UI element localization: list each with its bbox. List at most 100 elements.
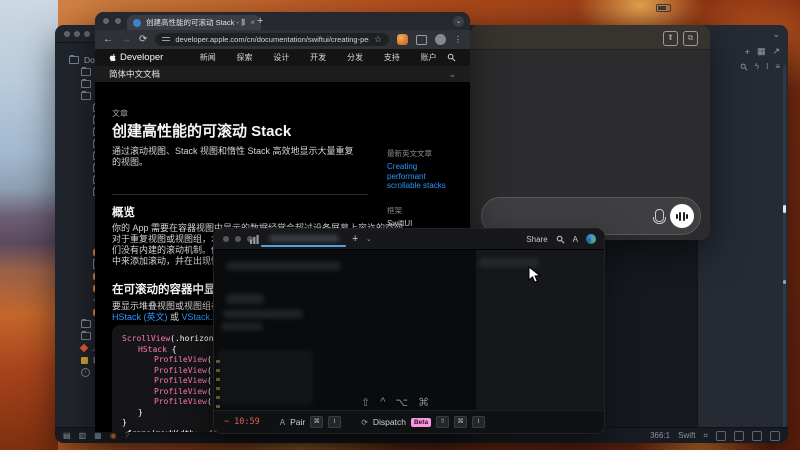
folder-icon bbox=[81, 68, 91, 76]
bookmark-star-icon[interactable]: ☆ bbox=[374, 34, 382, 45]
english-article-link[interactable]: Creating bbox=[387, 162, 467, 172]
minimize-button[interactable] bbox=[235, 236, 241, 242]
share-icon[interactable]: ⬆ bbox=[663, 31, 678, 46]
doc-language-banner[interactable]: 简体中文文档 ⌄ bbox=[95, 66, 470, 83]
tab-title-redacted bbox=[269, 235, 339, 242]
apple-developer-logo[interactable]: Developer bbox=[109, 52, 163, 63]
nav-search-icon[interactable] bbox=[447, 53, 456, 62]
close-button[interactable] bbox=[223, 236, 229, 242]
zoom-button[interactable] bbox=[84, 31, 90, 37]
expand-icon[interactable]: ↗ bbox=[772, 46, 780, 57]
english-article-link[interactable]: performant bbox=[387, 172, 467, 182]
english-article-link[interactable]: scrollable stacks bbox=[387, 181, 467, 191]
apple-icon bbox=[109, 53, 117, 62]
zap-icon[interactable]: ϟ bbox=[755, 62, 759, 71]
aside-latest-label: 最新英文文章 bbox=[387, 148, 467, 159]
url-text[interactable]: developer.apple.com/cn/documentation/swi… bbox=[175, 35, 369, 44]
chat-assistant-window[interactable]: ⬆ ⧉ bbox=[470, 25, 710, 240]
profile-avatar[interactable] bbox=[435, 34, 446, 45]
reload-icon[interactable]: ⟳ bbox=[139, 34, 147, 45]
browser-tab-strip[interactable]: 创建高性能的可滚动 Stack - 简 × + ⌄ bbox=[95, 12, 470, 30]
diagnostics-icon[interactable]: ◉ bbox=[110, 431, 117, 440]
new-terminal-tab-button[interactable]: + bbox=[352, 233, 358, 245]
battery-icon[interactable] bbox=[656, 4, 671, 12]
brand-label: Developer bbox=[120, 52, 163, 63]
keycap: ⇧ bbox=[436, 416, 449, 428]
search-icon[interactable] bbox=[556, 235, 565, 244]
site-settings-icon[interactable] bbox=[162, 36, 170, 43]
back-icon[interactable]: ← bbox=[103, 34, 113, 45]
apple-developer-favicon bbox=[133, 19, 141, 27]
assistant-panel[interactable]: ⌄ + ▦ ↗ ϟ I ≡ bbox=[697, 25, 788, 443]
search-icon[interactable] bbox=[740, 63, 748, 71]
redacted-text bbox=[223, 310, 303, 318]
nav-item-account[interactable]: 账户 bbox=[410, 52, 447, 63]
side-panel-icon[interactable] bbox=[416, 35, 427, 45]
apple-developer-nav[interactable]: Developer 新闻 探索 设计 开发 分发 支持 账户 bbox=[95, 49, 470, 67]
assistant-toggle[interactable]: A bbox=[573, 235, 578, 244]
browser-toolbar[interactable]: ← → ⟳ developer.apple.com/cn/documentati… bbox=[95, 30, 470, 49]
nav-item-distribute[interactable]: 分发 bbox=[337, 52, 374, 63]
nav-item-develop[interactable]: 开发 bbox=[300, 52, 337, 63]
dispatch-label[interactable]: Dispatch bbox=[373, 417, 406, 427]
gutter-marks bbox=[216, 360, 220, 410]
readme-file-icon: i bbox=[81, 368, 90, 377]
terminal-active-tab[interactable] bbox=[261, 234, 346, 246]
browser-tab[interactable]: 创建高性能的可滚动 Stack - 简 × bbox=[127, 15, 261, 30]
banner-chevron-icon[interactable]: ⌄ bbox=[448, 69, 456, 80]
language-label[interactable]: Swift bbox=[678, 431, 695, 440]
copy-icon[interactable] bbox=[734, 431, 744, 441]
extension-icon[interactable] bbox=[397, 34, 408, 45]
hstack-link[interactable]: HStack (英文) bbox=[112, 312, 168, 322]
terminal-title-bar[interactable]: + ⌄ Share A bbox=[214, 229, 604, 250]
tab-close-icon[interactable]: × bbox=[250, 18, 255, 27]
account-avatar[interactable] bbox=[586, 234, 596, 244]
open-in-new-window-icon[interactable]: ⧉ bbox=[683, 31, 698, 46]
article-intro: 通过滚动视图、Stack 视图和惰性 Stack 高效地显示大量重复 的视图。 bbox=[112, 146, 354, 168]
minimize-button[interactable] bbox=[74, 31, 80, 37]
panel-right-icon[interactable]: ▦ bbox=[94, 431, 102, 440]
tab-search-chevron-icon[interactable]: ⌄ bbox=[453, 16, 464, 27]
forward-icon[interactable]: → bbox=[121, 34, 131, 45]
mouse-cursor bbox=[528, 266, 542, 284]
close-button[interactable] bbox=[64, 31, 70, 37]
new-thread-icon[interactable]: + bbox=[745, 47, 750, 57]
keycap: ⌘ bbox=[310, 416, 323, 428]
scrollbar-mark bbox=[783, 280, 786, 284]
keycap: I bbox=[328, 416, 341, 428]
tab-dropdown-chevron-icon[interactable]: ⌄ bbox=[366, 235, 372, 243]
history-grid-icon[interactable]: ▦ bbox=[757, 46, 766, 57]
chat-title-bar[interactable]: ⬆ ⧉ bbox=[470, 25, 710, 50]
settings-icon[interactable] bbox=[770, 431, 780, 441]
collapse-chevron-icon[interactable]: ⌄ bbox=[772, 29, 780, 40]
browser-menu-icon[interactable]: ⋮ bbox=[454, 35, 462, 44]
nav-item-discover[interactable]: 探索 bbox=[226, 52, 263, 63]
close-button[interactable] bbox=[103, 18, 109, 24]
nav-item-support[interactable]: 支持 bbox=[373, 52, 410, 63]
panel-scrollbar[interactable] bbox=[783, 65, 786, 439]
terminal-toggle-icon[interactable] bbox=[716, 431, 726, 441]
voice-mode-button[interactable] bbox=[670, 204, 694, 228]
panel-menu-icon[interactable]: ≡ bbox=[775, 62, 780, 71]
mic-icon[interactable] bbox=[655, 209, 664, 222]
scrollbar-mark bbox=[783, 205, 786, 213]
framework-label: 框架 bbox=[387, 205, 467, 216]
blocks-icon[interactable] bbox=[250, 235, 259, 244]
nav-item-design[interactable]: 设计 bbox=[263, 52, 300, 63]
help-indicator[interactable]: ? bbox=[125, 431, 129, 440]
collaboration-icon[interactable] bbox=[752, 431, 762, 441]
doc-banner-label: 简体中文文档 bbox=[109, 68, 448, 80]
new-tab-button[interactable]: + bbox=[257, 15, 263, 27]
edit-prediction-icon[interactable]: ⌗ bbox=[703, 431, 708, 441]
panel-left-icon[interactable]: ▤ bbox=[63, 431, 71, 440]
text-cursor-icon[interactable]: I bbox=[766, 62, 768, 71]
share-button[interactable]: Share bbox=[526, 235, 547, 244]
nav-item-news[interactable]: 新闻 bbox=[189, 52, 226, 63]
panel-bottom-icon[interactable]: ▥ bbox=[79, 431, 87, 440]
cursor-position[interactable]: 366:1 bbox=[650, 431, 670, 440]
modifier-keys-hud: ⇧ ^ ⌥ ⌘ bbox=[361, 396, 429, 409]
minimize-button[interactable] bbox=[115, 18, 121, 24]
address-bar[interactable]: developer.apple.com/cn/documentation/swi… bbox=[155, 33, 389, 46]
terminal-content[interactable] bbox=[214, 250, 604, 411]
pair-label[interactable]: Pair bbox=[290, 417, 305, 427]
